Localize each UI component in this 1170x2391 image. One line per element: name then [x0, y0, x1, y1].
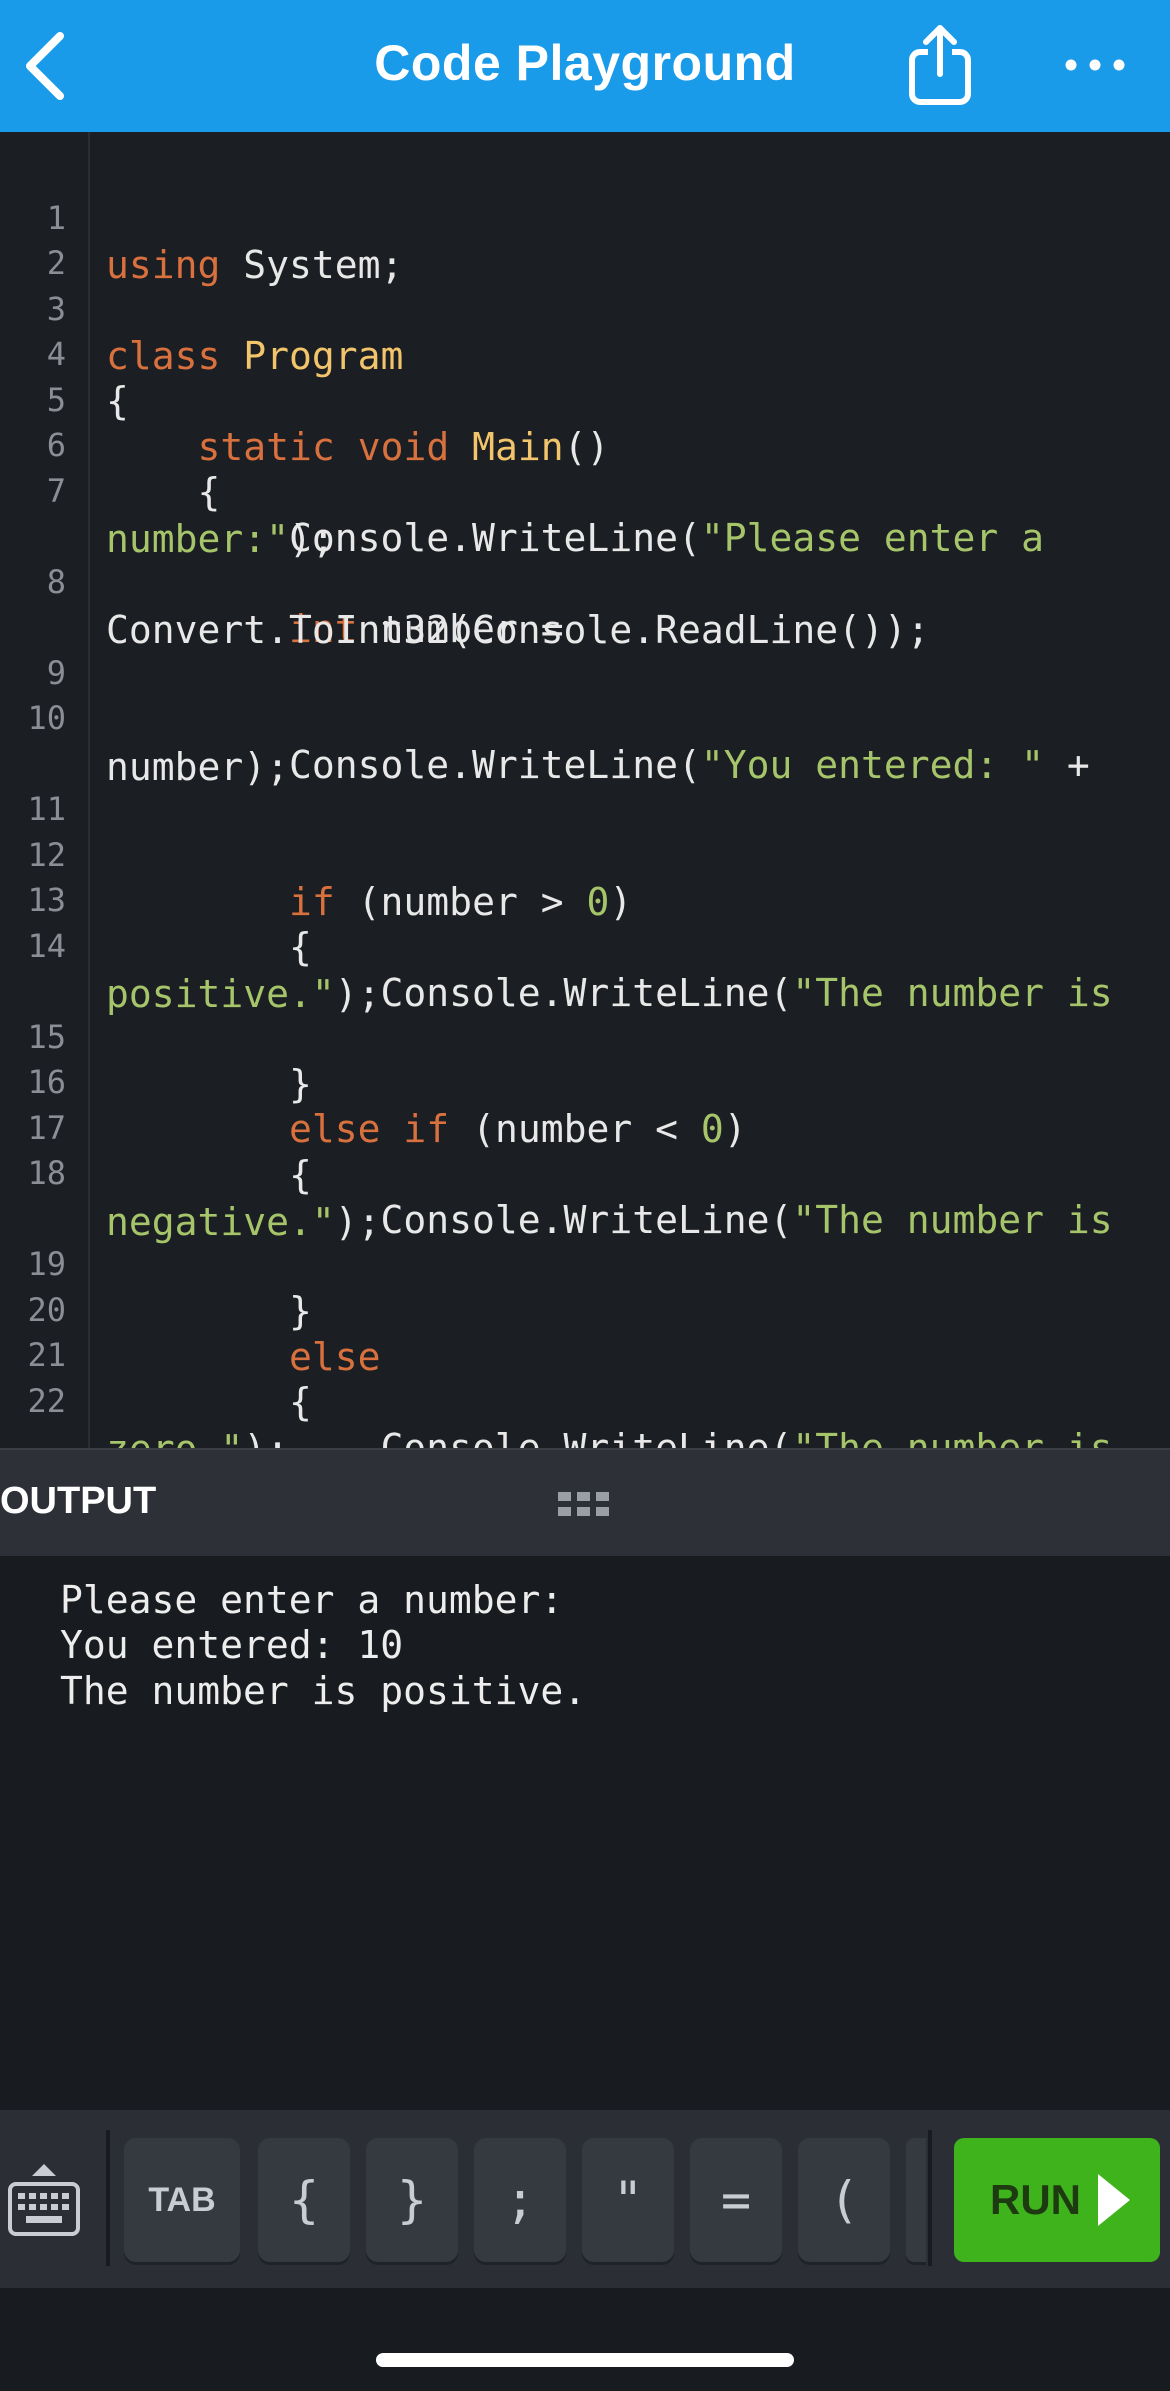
home-indicator[interactable] [376, 2353, 794, 2367]
key-partial[interactable] [906, 2138, 926, 2262]
output-line: Please enter a number: [60, 1578, 564, 1622]
page-title: Code Playground [374, 35, 796, 91]
code-line: 1 using System; [0, 155, 1170, 287]
code-editor[interactable]: 1 using System; 2 3 class Program 4 { 5 … [0, 132, 1170, 1448]
more-button[interactable] [1060, 40, 1130, 90]
output-line: The number is positive. [60, 1669, 587, 1713]
run-button[interactable]: RUN [954, 2138, 1160, 2262]
tab-key[interactable]: TAB [124, 2138, 240, 2262]
semicolon-key[interactable]: ; [474, 2138, 566, 2262]
output-label: OUTPUT [0, 1480, 157, 1522]
close-brace-key[interactable]: } [366, 2138, 458, 2262]
toolbar-divider [106, 2130, 110, 2266]
home-bar-area [0, 2288, 1170, 2391]
play-icon [1098, 2174, 1130, 2226]
drag-grip-icon [558, 1492, 609, 1516]
quote-key[interactable]: " [582, 2138, 674, 2262]
app-header: Code Playground [0, 0, 1170, 132]
run-label: RUN [990, 2176, 1081, 2223]
open-paren-key[interactable]: ( [798, 2138, 890, 2262]
key-toolbar: TAB { } ; " = ( RUN [0, 2110, 1170, 2288]
panel-resize-handle[interactable] [556, 1488, 612, 1520]
output-header[interactable]: OUTPUT [0, 1448, 1170, 1558]
code-line: 23 [0, 1429, 1170, 1448]
keyboard-toggle-button[interactable] [6, 2162, 82, 2242]
more-horizontal-icon [1065, 59, 1125, 71]
equals-key[interactable]: = [690, 2138, 782, 2262]
keyboard-icon [8, 2164, 80, 2236]
share-icon [909, 25, 971, 105]
output-panel: Please enter a number: You entered: 10 T… [0, 1556, 1170, 2110]
toolbar-divider [928, 2130, 932, 2266]
output-line: You entered: 10 [60, 1623, 404, 1667]
share-button[interactable] [900, 22, 980, 106]
open-brace-key[interactable]: { [258, 2138, 350, 2262]
